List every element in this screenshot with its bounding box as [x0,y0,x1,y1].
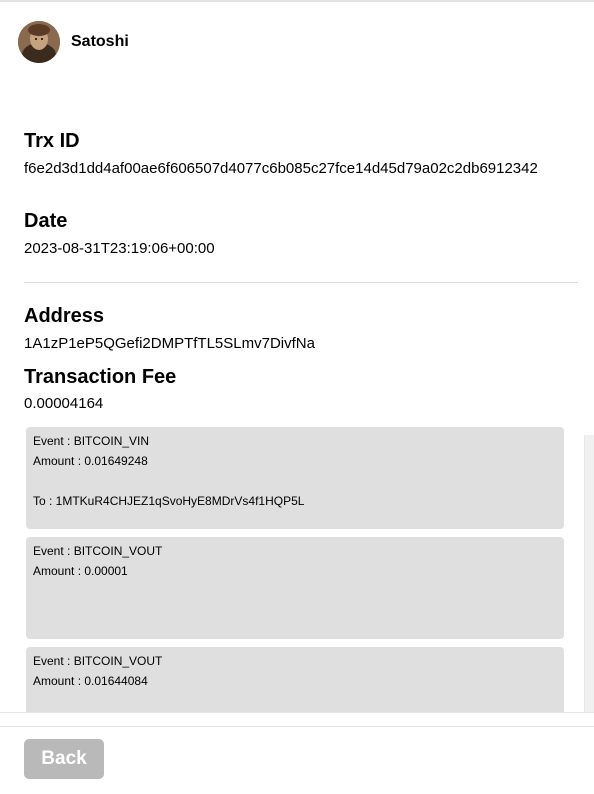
user-portrait-icon [18,21,60,63]
event-card: Event : BITCOIN_VOUT Amount : 0.00001 [26,537,564,639]
trx-id-label: Trx ID [24,130,80,152]
username: Satoshi [71,33,129,50]
section-divider [24,282,578,283]
event-spacer [33,692,557,712]
event-amount: Amount : 0.01644084 [33,674,148,688]
trx-id-value: f6e2d3d1dd4af00ae6f606507d4077c6b085c27f… [24,160,538,177]
transaction-fee-value: 0.00004164 [24,395,104,412]
event-card: Event : BITCOIN_VOUT Amount : 0.01644084 [26,647,564,712]
user-header: Satoshi [18,21,129,63]
footer-divider [0,712,594,713]
date-label: Date [24,210,68,232]
event-recipient: To : 1MTKuR4CHJEZ1qSvoHyE8MDrVs4f1HQP5L [33,494,305,508]
event-amount: Amount : 0.01649248 [33,454,148,468]
back-button[interactable]: Back [24,739,104,779]
footer-divider [0,726,594,727]
address-label: Address [24,305,105,327]
event-recipient [33,602,557,622]
scrollbar-thumb[interactable] [587,435,593,712]
top-border [0,0,594,2]
event-type: Event : BITCOIN_VIN [33,434,150,448]
event-card: Event : BITCOIN_VIN Amount : 0.01649248 … [26,427,564,529]
event-type: Event : BITCOIN_VOUT [33,544,163,558]
event-type: Event : BITCOIN_VOUT [33,654,163,668]
event-spacer [33,472,557,492]
date-value: 2023-08-31T23:19:06+00:00 [24,240,215,257]
events-scrollbar[interactable] [584,435,594,712]
transaction-fee-label: Transaction Fee [24,366,177,388]
address-value: 1A1zP1eP5QGefi2DMPTfTL5SLmv7DivfNa [24,335,315,352]
events-list[interactable]: Event : BITCOIN_VIN Amount : 0.01649248 … [0,424,594,712]
event-spacer [33,582,557,602]
event-amount: Amount : 0.00001 [33,564,128,578]
